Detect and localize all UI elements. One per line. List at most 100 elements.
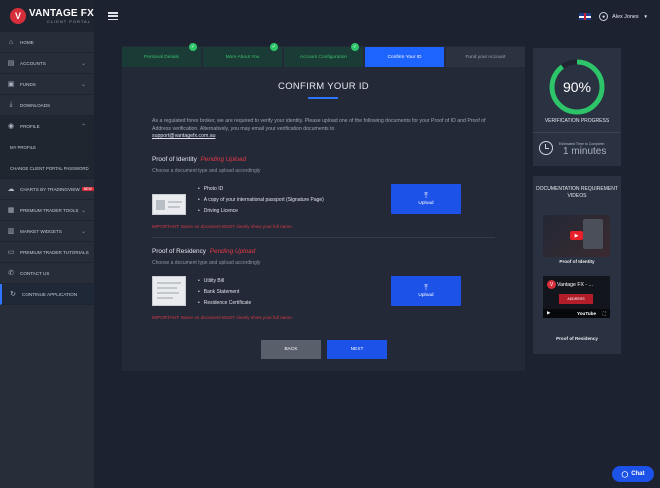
sidebar-item-charts[interactable]: ☁ CHARTS BY TRADINGVIEW NEW — [0, 179, 94, 200]
sidebar-item-my-profile[interactable]: MY PROFILE — [0, 137, 94, 158]
chevron-down-icon: ⌄ — [80, 61, 86, 67]
support-email-link[interactable]: support@vantagefx.com.au — [152, 133, 216, 139]
chat-icon: ◯ — [621, 471, 629, 478]
tab-more-about-you[interactable]: More About You ✓ — [203, 43, 282, 67]
page-title: CONFIRM YOUR ID — [278, 81, 369, 92]
tools-icon: ▦ — [7, 207, 15, 214]
brand-tagline: CLIENT PORTAL — [47, 18, 91, 24]
videos-title: DOCUMENTATION REQUIREMENT VIDEOS — [536, 186, 618, 199]
residency-title: Proof of Residency — [152, 248, 206, 255]
progress-label: VERIFICATION PROGRESS — [544, 118, 610, 124]
chart-icon: ☁ — [7, 186, 15, 193]
id-card-image — [152, 194, 186, 215]
confirm-id-panel: Personal Details ✓ More About You ✓ Acco… — [122, 43, 525, 371]
tutorial-icon: ▭ — [7, 249, 15, 256]
upload-icon: ⤒ — [424, 191, 428, 200]
menu-icon[interactable] — [108, 12, 118, 20]
sidebar-item-tutorials[interactable]: ▭ PREMIUM TRADER TUTORIALS — [0, 242, 94, 263]
sidebar-item-premium-tools[interactable]: ▦ PREMIUM TRADER TOOLS ⌄ — [0, 200, 94, 221]
tab-fund-your-account[interactable]: Fund your Account — [446, 47, 525, 67]
play-icon[interactable]: ▶ — [547, 310, 551, 316]
identity-title: Proof of Identity — [152, 156, 197, 163]
identity-subtitle: Choose a document type and upload accord… — [152, 168, 261, 174]
fullscreen-icon[interactable]: ⛶ — [603, 311, 606, 316]
tab-label: Account Configuration — [299, 54, 348, 60]
sidebar-item-accounts[interactable]: ▤ ACCOUNTS ⌄ — [0, 53, 94, 74]
upload-residency-button[interactable]: ⤒ Upload — [391, 276, 461, 306]
upload-label: Upload — [418, 201, 434, 206]
list-item: A copy of your international passport (S… — [198, 195, 324, 206]
residency-status: Pending Upload — [209, 248, 256, 255]
list-item: Bank Statement — [198, 287, 251, 298]
sidebar-item-label: CHARTS BY TRADINGVIEW — [20, 186, 80, 192]
sidebar-item-market-widgets[interactable]: ▥ MARKET WIDGETS ⌄ — [0, 221, 94, 242]
widget-icon: ▥ — [7, 228, 15, 235]
sidebar-item-downloads[interactable]: ⤓ DOWNLOADS — [0, 95, 94, 116]
upload-identity-button[interactable]: ⤒ Upload — [391, 184, 461, 214]
vantage-logo-icon: V — [10, 8, 26, 24]
tab-confirm-your-id[interactable]: Confirm Your ID — [365, 47, 444, 67]
sidebar-item-home[interactable]: ⌂ HOME — [0, 32, 94, 53]
identity-doc-list: Photo ID A copy of your international pa… — [198, 184, 324, 217]
home-icon: ⌂ — [8, 38, 14, 46]
new-badge: NEW — [81, 187, 94, 191]
chevron-down-icon: ⌄ — [80, 208, 86, 214]
tab-label: More About You — [225, 54, 260, 60]
user-avatar-icon: ● — [599, 12, 609, 21]
step-tabs: Personal Details ✓ More About You ✓ Acco… — [122, 43, 525, 67]
tab-personal-details[interactable]: Personal Details ✓ — [122, 43, 201, 67]
residency-doc-list: Utility Bill Bank Statement Residence Ce… — [198, 276, 252, 309]
chat-button[interactable]: ◯ Chat — [612, 466, 654, 482]
residency-subtitle: Choose a document type and upload accord… — [152, 260, 261, 266]
sidebar-item-label: PREMIUM TRADER TUTORIALS — [20, 249, 89, 255]
sidebar-item-change-password[interactable]: CHANGE CLIENT PORTAL PASSWORD — [0, 158, 94, 179]
residency-section-title: Proof of Residency Pending Upload — [152, 248, 255, 255]
identity-status: Pending Upload — [200, 156, 247, 163]
uk-flag-icon[interactable] — [579, 13, 592, 20]
profile-icon: ◉ — [7, 123, 15, 130]
next-button[interactable]: NEXT — [327, 340, 387, 359]
vantage-logo-icon: V — [547, 280, 556, 289]
play-icon: ▶ — [570, 231, 583, 240]
back-button[interactable]: BACK — [261, 340, 321, 359]
sidebar-item-label: PREMIUM TRADER TOOLS — [20, 207, 79, 213]
funds-icon: ▣ — [7, 81, 15, 88]
chevron-down-icon: ⌄ — [80, 229, 86, 235]
sidebar-item-profile[interactable]: ◉ PROFILE ⌃ — [0, 116, 94, 137]
section-divider — [152, 237, 495, 238]
upload-label: Upload — [418, 293, 434, 298]
user-menu[interactable]: ● Alex Jones ▼ — [579, 12, 648, 21]
sidebar-item-label: PROFILE — [20, 123, 40, 129]
tab-account-configuration[interactable]: Account Configuration ✓ — [284, 43, 363, 67]
sidebar-nav: ⌂ HOME ▤ ACCOUNTS ⌄ ▣ FUNDS ⌄ ⤓ DOWNLOAD… — [0, 32, 94, 305]
youtube-logo: YouTube — [577, 311, 596, 316]
sidebar-item-contact[interactable]: ✆ CONTACT US — [0, 263, 94, 284]
sidebar-item-continue-application[interactable]: ↻ CONTINUE APPLICATION — [0, 284, 94, 305]
document-image — [152, 276, 186, 306]
list-item: Utility Bill — [198, 276, 251, 287]
sidebar-item-label: ACCOUNTS — [20, 60, 46, 66]
time-value: 1 minutes — [563, 146, 607, 157]
check-icon: ✓ — [351, 43, 359, 51]
identity-warning: IMPORTANT: Name on document MUST clearly… — [152, 224, 293, 229]
caret-down-icon: ▼ — [643, 14, 648, 19]
download-icon: ⤓ — [9, 101, 13, 108]
video-title: Vantage FX - ... — [557, 282, 593, 288]
identity-section-title: Proof of Identity Pending Upload — [152, 156, 246, 163]
video-thumbnail-residency[interactable]: V Vantage FX - ... ADDRESS ▶ YouTube ⛶ — [543, 276, 610, 318]
sidebar: V VANTAGE FX CLIENT PORTAL ⌂ HOME ▤ ACCO… — [0, 0, 94, 488]
upload-icon: ⤒ — [424, 283, 428, 292]
top-bar: ● Alex Jones ▼ — [94, 0, 660, 36]
brand-logo[interactable]: V VANTAGE FX CLIENT PORTAL — [0, 0, 94, 32]
sidebar-item-label: CONTINUE APPLICATION — [22, 291, 78, 297]
sidebar-item-label: MARKET WIDGETS — [20, 228, 62, 234]
intro-text: As a regulated forex broker, we are requ… — [152, 118, 502, 141]
video-banner: ADDRESS — [559, 294, 593, 304]
title-underline — [308, 97, 338, 99]
chevron-down-icon: ⌄ — [80, 82, 86, 88]
video-caption-identity: Proof of Identity — [559, 259, 595, 264]
tab-label: Confirm Your ID — [387, 54, 422, 60]
sidebar-item-funds[interactable]: ▣ FUNDS ⌄ — [0, 74, 94, 95]
user-name: Alex Jones — [612, 13, 639, 20]
video-thumbnail-identity[interactable]: ▶ — [543, 215, 610, 257]
